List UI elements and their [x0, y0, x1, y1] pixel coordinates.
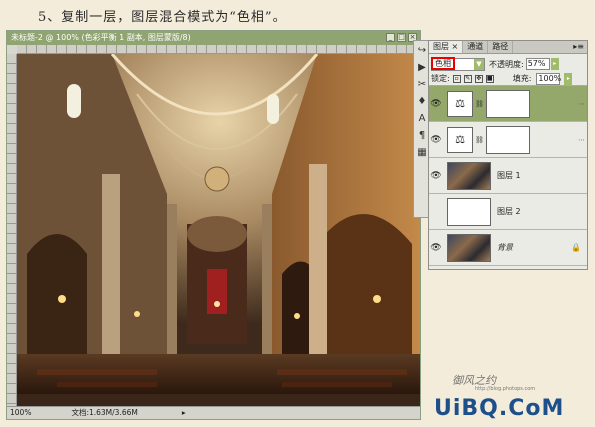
opacity-input[interactable]: 57%: [525, 58, 550, 70]
character-tool-icon[interactable]: A: [415, 112, 429, 126]
tab-layers[interactable]: 图层 ×: [429, 41, 464, 53]
document-status-bar: 100% 文档:1.63M/3.66M ▸: [7, 406, 420, 419]
eye-icon[interactable]: 👁: [429, 243, 443, 253]
layer-mask-thumbnail[interactable]: [485, 125, 530, 154]
layer-mask-thumbnail[interactable]: [485, 89, 530, 118]
more-icon: ⋯: [578, 135, 585, 144]
maximize-button[interactable]: □: [397, 33, 406, 42]
document-titlebar[interactable]: 未标题-2 @ 100% (色彩平衡 1 副本, 图层蒙版/8) _ □ ×: [7, 31, 420, 45]
link-chain-icon[interactable]: ⛓: [475, 136, 484, 144]
actions-tool-icon[interactable]: ▶: [415, 61, 429, 75]
blend-mode-select[interactable]: 色相 ▼: [431, 57, 485, 71]
lock-image-icon[interactable]: ✎: [463, 74, 472, 83]
layer-thumbnail: [447, 197, 491, 226]
fill-label: 填充:: [512, 74, 532, 83]
lock-transparent-icon[interactable]: ▫: [452, 74, 461, 83]
layer-row[interactable]: 👁 背景 🔒: [429, 230, 587, 266]
chevron-down-icon: ▼: [474, 58, 484, 70]
lock-label: 锁定:: [431, 74, 450, 83]
fill-input[interactable]: 100%: [536, 72, 561, 85]
eye-icon[interactable]: 👁: [429, 135, 443, 145]
layer-name[interactable]: 图层 1: [497, 170, 521, 181]
adjustment-layer-icon: ⚖: [447, 90, 473, 117]
panel-menu-icon[interactable]: ▸≡: [573, 41, 587, 53]
layer-name[interactable]: 背景: [497, 242, 513, 253]
history-tool-icon[interactable]: ↪: [415, 44, 429, 58]
layer-thumbnail: [447, 161, 491, 190]
vertical-ruler: [7, 54, 17, 406]
eye-icon[interactable]: 👁: [429, 99, 443, 109]
panel-tabs: 图层 × 通道 路径 ▸≡: [429, 41, 587, 54]
status-menu-arrow-icon[interactable]: ▸: [182, 407, 186, 419]
blend-row: 色相 ▼ 不透明度: 57% ▸: [429, 56, 587, 72]
tool-presets-icon[interactable]: ✂: [415, 78, 429, 92]
layer-thumbnail: [447, 233, 491, 262]
image-canvas[interactable]: [17, 54, 420, 406]
document-size: 文档:1.63M/3.66M: [71, 408, 138, 417]
tab-close-icon[interactable]: ×: [452, 42, 459, 51]
tab-paths[interactable]: 路径: [488, 41, 514, 53]
blend-mode-value: 色相: [431, 57, 455, 70]
step-title: 5、复制一层，图层混合模式为“色相”。: [38, 10, 287, 25]
lock-all-icon[interactable]: ■: [485, 74, 494, 83]
layer-row[interactable]: 👁 ⚖ ⛓ ⋯: [429, 122, 587, 158]
site-watermark: UiBQ.CoM: [434, 396, 565, 421]
lock-row: 锁定: ▫ ✎ ✥ ■ 填充: 100% ▸: [429, 72, 587, 86]
layer-row[interactable]: 👁 ⚖ ⛓ ⋯: [429, 86, 587, 122]
minimize-button[interactable]: _: [386, 33, 395, 42]
layer-row[interactable]: 图层 2: [429, 194, 587, 230]
horizontal-ruler: [17, 45, 420, 54]
lock-position-icon[interactable]: ✥: [474, 74, 483, 83]
paragraph-tool-icon[interactable]: ¶: [415, 129, 429, 143]
info-tool-icon[interactable]: ▦: [415, 146, 429, 160]
lock-icon: 🔒: [571, 243, 581, 252]
opacity-label: 不透明度:: [489, 59, 524, 69]
eye-icon[interactable]: 👁: [429, 171, 443, 181]
blog-url: http://blog.photops.com: [475, 386, 536, 392]
layer-name[interactable]: 图层 2: [497, 206, 521, 217]
opacity-slider-arrow-icon[interactable]: ▸: [550, 58, 559, 70]
zoom-level[interactable]: 100%: [10, 407, 31, 419]
link-chain-icon[interactable]: ⛓: [475, 100, 484, 108]
layers-panel: 图层 × 通道 路径 ▸≡ 色相 ▼ 不透明度: 57% ▸ 锁定: ▫ ✎ ✥…: [428, 40, 588, 270]
fill-slider-arrow-icon[interactable]: ▸: [564, 72, 573, 85]
document-title: 未标题-2 @ 100% (色彩平衡 1 副本, 图层蒙版/8): [11, 33, 191, 42]
document-window[interactable]: 未标题-2 @ 100% (色彩平衡 1 副本, 图层蒙版/8) _ □ × 1…: [6, 30, 421, 420]
brushes-tool-icon[interactable]: ♦: [415, 95, 429, 109]
tab-channels[interactable]: 通道: [463, 41, 489, 53]
church-interior-photo: [17, 54, 420, 394]
more-icon: ⋯: [578, 99, 585, 108]
layer-row[interactable]: 👁 图层 1: [429, 158, 587, 194]
adjustment-layer-icon: ⚖: [447, 126, 473, 153]
